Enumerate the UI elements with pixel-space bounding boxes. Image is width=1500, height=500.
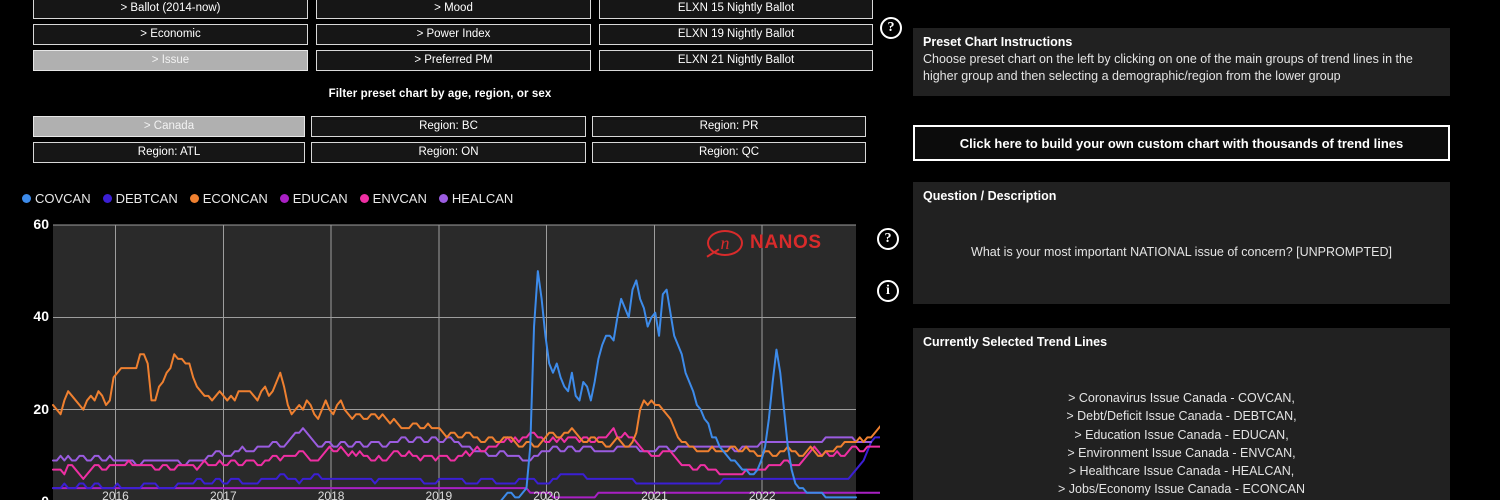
trend-line-covcan: [500, 270, 857, 500]
chart-legend: COVCAN DEBTCAN ECONCAN EDUCAN ENVCAN HEALCAN: [22, 191, 513, 206]
trend-line-list: > Coronavirus Issue Canada - COVCAN, > De…: [919, 351, 1444, 499]
x-axis-tick-label: 2021: [641, 489, 668, 500]
trend-line-item: > Healthcare Issue Canada - HEALCAN,: [1068, 464, 1295, 479]
legend-label: ENVCAN: [372, 191, 427, 206]
trend-line-debtcan: [52, 436, 880, 490]
left-panel: > Ballot (2014-now) > Mood ELXN 15 Nightly…: [0, 0, 880, 500]
legend-dot-icon: [189, 194, 199, 203]
legend-dot-icon: [438, 194, 448, 203]
filter-button-4[interactable]: Region: ON: [311, 142, 586, 163]
x-axis-tick-label: 2022: [748, 489, 776, 500]
instructions-title: Preset Chart Instructions: [923, 35, 1073, 49]
preset-chart-instructions-panel: Preset Chart Instructions Choose preset …: [913, 28, 1450, 96]
preset-button-2[interactable]: ELXN 15 Nightly Ballot: [599, 0, 873, 19]
info-icon-question[interactable]: i: [877, 280, 899, 302]
preset-button-1[interactable]: > Mood: [316, 0, 591, 19]
filter-button-grid: > Canada Region: BC Region: PR Region: ATL R…: [33, 116, 871, 163]
trends-title: Currently Selected Trend Lines: [923, 335, 1108, 349]
filter-button-3[interactable]: Region: ATL: [33, 142, 305, 163]
legend-label: HEALCAN: [451, 191, 514, 206]
nanos-wordmark: NANOS: [750, 232, 822, 253]
preset-button-7[interactable]: > Preferred PM: [316, 50, 591, 71]
preset-button-8[interactable]: ELXN 21 Nightly Ballot: [599, 50, 873, 71]
question-description-panel: Question / Description What is your most…: [913, 182, 1450, 304]
filter-button-1[interactable]: Region: BC: [311, 116, 586, 137]
legend-dot-icon: [22, 194, 31, 203]
trend-line-healcan: [52, 427, 873, 467]
help-icon-instructions[interactable]: ?: [880, 17, 902, 39]
x-axis-tick-label: 2020: [533, 489, 561, 500]
preset-chart-button-grid: > Ballot (2014-now) > Mood ELXN 15 Nightly…: [33, 0, 873, 71]
legend-label: DEBTCAN: [115, 191, 178, 206]
legend-label: EDUCAN: [292, 191, 348, 206]
legend-label: COVCAN: [35, 191, 91, 206]
question-title: Question / Description: [923, 189, 1057, 203]
preset-button-4[interactable]: > Power Index: [316, 24, 591, 45]
legend-item-covcan[interactable]: COVCAN: [22, 191, 91, 206]
legend-dot-icon: [102, 194, 112, 203]
preset-button-3[interactable]: > Economic: [33, 24, 308, 45]
trend-chart[interactable]: 0204060 2016201720182019202020212022: [0, 215, 880, 500]
legend-label: ECONCAN: [202, 191, 268, 206]
legend-dot-icon: [359, 194, 369, 203]
trend-line-item: > Debt/Deficit Issue Canada - DEBTCAN,: [1066, 409, 1297, 424]
currently-selected-trend-lines-panel: Currently Selected Trend Lines > Coronav…: [913, 328, 1450, 500]
preset-button-6[interactable]: > Issue: [33, 50, 308, 71]
legend-item-debtcan[interactable]: DEBTCAN: [102, 191, 178, 206]
x-axis-tick-label: 2019: [425, 489, 453, 500]
trend-line-item: > Coronavirus Issue Canada - COVCAN,: [1068, 391, 1295, 405]
chart-lines-svg: [52, 224, 880, 500]
legend-item-healcan[interactable]: HEALCAN: [438, 191, 514, 206]
legend-dot-icon: [279, 194, 289, 203]
trend-line-item: > Education Issue Canada - EDUCAN,: [1074, 427, 1289, 442]
build-custom-chart-button[interactable]: Click here to build your own custom char…: [913, 125, 1450, 161]
right-panel: ? Preset Chart Instructions Choose prese…: [877, 0, 1500, 500]
legend-item-envcan[interactable]: ENVCAN: [359, 191, 427, 206]
nanos-watermark: n NANOS: [707, 230, 822, 256]
filter-button-2[interactable]: Region: PR: [592, 116, 866, 137]
instructions-body: Choose preset chart on the left by click…: [923, 52, 1413, 83]
legend-item-educan[interactable]: EDUCAN: [279, 191, 348, 206]
legend-item-econcan[interactable]: ECONCAN: [189, 191, 268, 206]
trend-line-item: > Jobs/Economy Issue Canada - ECONCAN: [1058, 482, 1305, 497]
preset-button-5[interactable]: ELXN 19 Nightly Ballot: [599, 24, 873, 45]
filter-button-0[interactable]: > Canada: [33, 116, 305, 137]
help-icon-question[interactable]: ?: [877, 228, 899, 250]
filter-section-title: Filter preset chart by age, region, or s…: [328, 88, 552, 100]
x-axis-tick-label: 2018: [317, 489, 345, 500]
trend-line-item: > Environment Issue Canada - ENVCAN,: [1067, 445, 1296, 460]
question-text: What is your most important NATIONAL iss…: [971, 245, 1392, 259]
nanos-logo-icon: n: [707, 230, 743, 256]
x-axis-tick-label: 2016: [102, 489, 129, 500]
x-axis-tick-label: 2017: [209, 489, 237, 500]
preset-button-0[interactable]: > Ballot (2014-now): [33, 0, 308, 19]
filter-button-5[interactable]: Region: QC: [592, 142, 866, 163]
trend-line-econcan: [52, 353, 880, 457]
